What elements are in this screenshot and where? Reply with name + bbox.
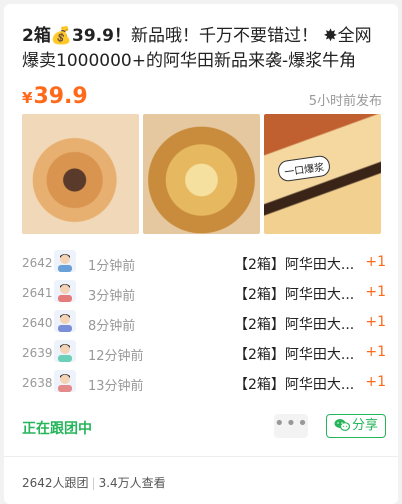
following-status: 正在跟团中 [22, 421, 92, 437]
order-item: 【2箱】阿华田大... [234, 257, 355, 273]
price-value: 39.9 [33, 84, 88, 109]
order-time: 1分钟前 [88, 259, 136, 274]
avatar[interactable] [54, 370, 76, 392]
order-row[interactable]: 2639 12分钟前 【2箱】阿华田大... +1 [22, 340, 386, 370]
order-time: 12分钟前 [88, 349, 144, 364]
separator: | [91, 476, 96, 490]
photo-tag: 一口爆浆 [276, 154, 332, 183]
order-time: 13分钟前 [88, 379, 144, 394]
user-avatar-icon [54, 310, 76, 332]
share-button[interactable]: 分享 [326, 414, 386, 438]
post-title-prefix: 2箱💰39.9！ [22, 26, 131, 46]
price: ¥39.9 [22, 84, 88, 109]
price-symbol: ¥ [22, 89, 33, 107]
order-row[interactable]: 2638 13分钟前 【2箱】阿华田大... +1 [22, 370, 386, 400]
order-number: 2642 [22, 256, 53, 270]
group-buy-card[interactable]: 2箱💰39.9！新品哦！千万不要错过！ ✸全网爆卖1000000+的阿华田新品来… [4, 4, 398, 504]
more-button[interactable]: ••• [274, 414, 308, 438]
avatar[interactable] [54, 280, 76, 302]
followers-count: 2642人跟团 [22, 476, 89, 490]
more-icon: ••• [274, 413, 309, 434]
order-number: 2641 [22, 286, 53, 300]
avatar[interactable] [54, 310, 76, 332]
order-number: 2638 [22, 376, 53, 390]
user-avatar-icon [54, 280, 76, 302]
photo-croissant-box[interactable]: 一口爆浆 [264, 114, 381, 234]
order-qty: +1 [365, 344, 386, 360]
photo-gallery: 一口爆浆 [22, 114, 382, 234]
wechat-icon [334, 419, 351, 431]
order-item: 【2箱】阿华田大... [234, 347, 355, 363]
order-item: 【2箱】阿华田大... [234, 317, 355, 333]
order-time: 3分钟前 [88, 289, 136, 304]
photo-croissant-open[interactable] [143, 114, 260, 234]
views-count: 3.4万人查看 [98, 476, 166, 490]
photo-croissant-chocolate[interactable] [22, 114, 139, 234]
order-number: 2639 [22, 346, 53, 360]
order-list: 2642 1分钟前 【2箱】阿华田大... +1 2641 3分钟前 【2箱】阿华田大...… [22, 250, 386, 400]
order-item: 【2箱】阿华田大... [234, 287, 355, 303]
user-avatar-icon [54, 250, 76, 272]
order-qty: +1 [365, 284, 386, 300]
user-avatar-icon [54, 370, 76, 392]
order-number: 2640 [22, 316, 53, 330]
order-qty: +1 [365, 254, 386, 270]
order-row[interactable]: 2641 3分钟前 【2箱】阿华田大... +1 [22, 280, 386, 310]
order-qty: +1 [365, 314, 386, 330]
order-row[interactable]: 2642 1分钟前 【2箱】阿华田大... +1 [22, 250, 386, 280]
post-title[interactable]: 2箱💰39.9！新品哦！千万不要错过！ ✸全网爆卖1000000+的阿华田新品来… [22, 24, 382, 74]
avatar[interactable] [54, 250, 76, 272]
divider [4, 456, 398, 457]
order-time: 8分钟前 [88, 319, 136, 334]
share-label: 分享 [351, 418, 378, 433]
order-row[interactable]: 2640 8分钟前 【2箱】阿华田大... +1 [22, 310, 386, 340]
user-avatar-icon [54, 340, 76, 362]
order-item: 【2箱】阿华田大... [234, 377, 355, 393]
order-qty: +1 [365, 374, 386, 390]
stats-footer: 2642人跟团 | 3.4万人查看 [22, 474, 166, 491]
avatar[interactable] [54, 340, 76, 362]
post-time: 5小时前发布 [308, 94, 382, 109]
